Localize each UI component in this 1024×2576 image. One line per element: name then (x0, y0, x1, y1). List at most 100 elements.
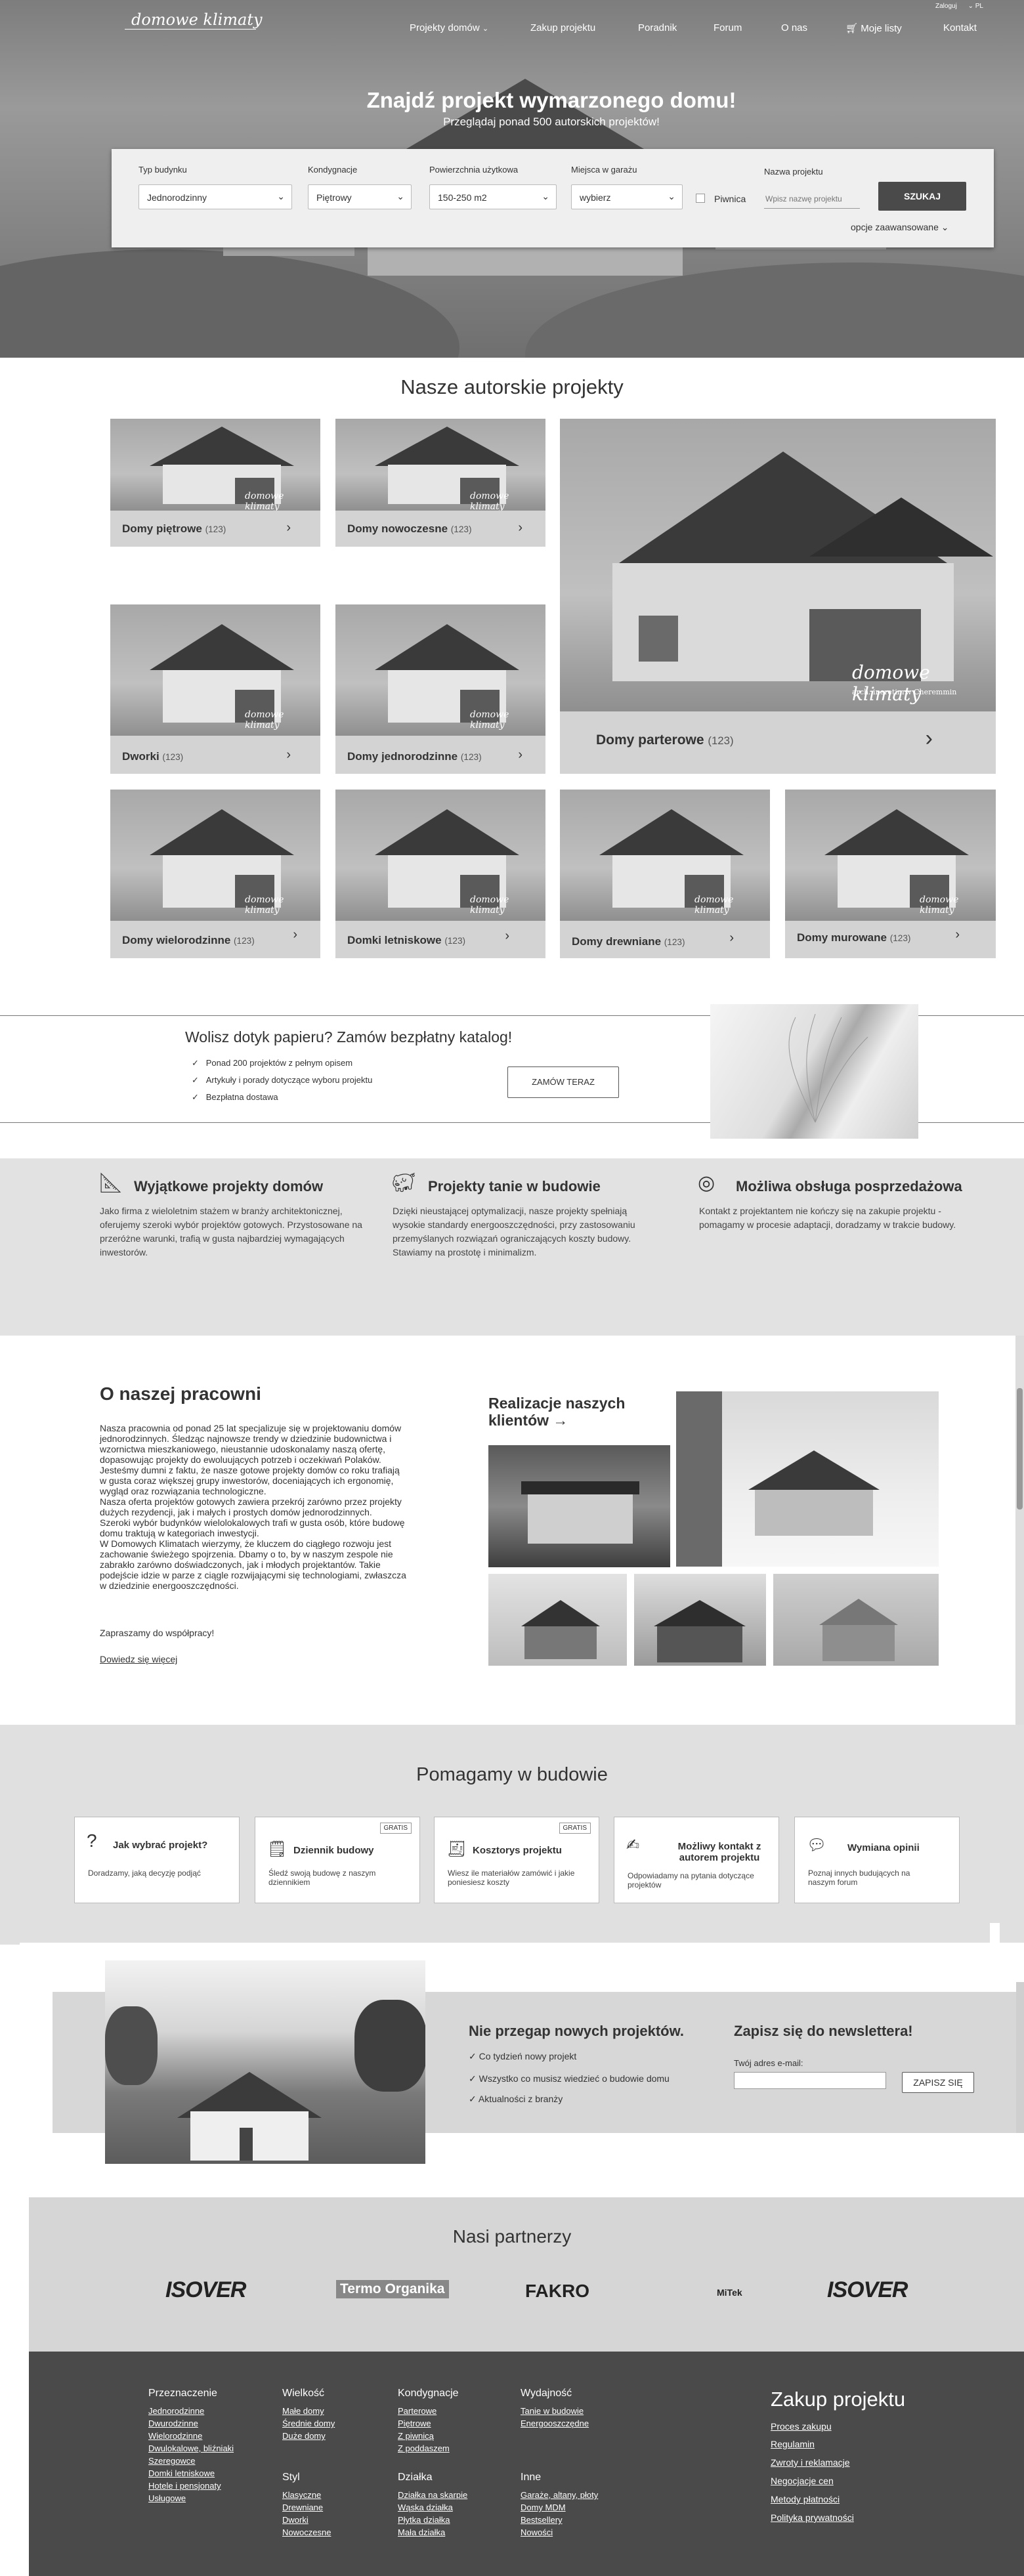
footer-purchase-link[interactable]: Metody płatności (771, 2494, 840, 2504)
footer-link[interactable]: Dwulokalowe, bliźniaki (148, 2443, 234, 2453)
footer-link[interactable]: Małe domy (282, 2406, 324, 2416)
footer-purchase-link[interactable]: Zwroty i reklamacje (771, 2457, 850, 2468)
footer-link[interactable]: Działka na skarpie (398, 2490, 467, 2500)
partner-logo-mitek[interactable]: MiTek (717, 2287, 742, 2298)
footer-link[interactable]: Hotele i pensjonaty (148, 2481, 221, 2491)
email-input[interactable] (734, 2072, 886, 2089)
basement-checkbox[interactable] (696, 194, 705, 203)
footer-link[interactable]: Jednorodzinne (148, 2406, 204, 2416)
footer-link[interactable]: Nowości (521, 2527, 553, 2537)
footer-link[interactable]: Płytka działka (398, 2515, 450, 2525)
footer-link[interactable]: Szeregowce (148, 2456, 196, 2466)
realization-photo-4[interactable] (634, 1574, 766, 1666)
watermark: domowe klimaty (470, 895, 509, 916)
help-card-choose[interactable]: ? Jak wybrać projekt? Doradzamy, jaką de… (74, 1817, 240, 1903)
footer-link[interactable]: Dwurodzinne (148, 2418, 198, 2428)
login-link[interactable]: Zaloguj (935, 3, 957, 10)
footer-link[interactable]: Parterowe (398, 2406, 437, 2416)
category-tile-storey[interactable]: domowe klimaty Domy piętrowe (123) › (110, 419, 320, 547)
footer-link[interactable]: Klasyczne (282, 2490, 321, 2500)
garage-select[interactable]: wybierz ⌄ (571, 184, 683, 209)
subscribe-button[interactable]: ZAPISZ SIĘ (902, 2072, 974, 2093)
card-title: Jak wybrać projekt? (113, 1840, 208, 1851)
help-card-contact[interactable]: ✍︎ Możliwy kontakt z autorem projektu Od… (614, 1817, 779, 1903)
footer-purchase-link[interactable]: Proces zakupu (771, 2421, 832, 2432)
partner-logo-fakro[interactable]: FAKRO (525, 2281, 589, 2302)
partners-section (29, 2197, 1024, 2352)
area-label: Powierzchnia użytkowa (429, 165, 519, 175)
tile-label-text: Domy drewniane (572, 935, 662, 948)
help-card-diary[interactable]: GRATIS 🗒︎ Dziennik budowy Śledź swoją bu… (255, 1817, 420, 1903)
scrollbar-track-2[interactable] (1016, 1982, 1024, 2133)
catalog-book-image (710, 1004, 918, 1139)
realization-photo-2[interactable] (676, 1391, 939, 1567)
card-desc: Wiesz ile materiałów zamówić i jakie pon… (448, 1869, 575, 1887)
order-catalog-button[interactable]: ZAMÓW TERAZ (507, 1066, 619, 1098)
realizations-link[interactable]: Realizacje naszych klientów → (488, 1395, 639, 1429)
footer-purchase-link[interactable]: Negocjacje cen (771, 2476, 834, 2486)
footer-link[interactable]: Mała działka (398, 2527, 445, 2537)
footer-link[interactable]: Domy MDM (521, 2502, 566, 2512)
footer-link[interactable]: Bestsellery (521, 2515, 563, 2525)
project-name-input[interactable] (764, 189, 860, 209)
nav-guide[interactable]: Poradnik (638, 22, 677, 33)
area-select[interactable]: 150-250 m2 ⌄ (429, 184, 557, 209)
site-logo[interactable]: domowe klimaty (131, 11, 263, 29)
newsletter-item-text: Aktualności z branży (478, 2094, 563, 2104)
advanced-options-toggle[interactable]: opcje zaawansowane ⌄ (851, 222, 949, 233)
footer-link[interactable]: Nowoczesne (282, 2527, 331, 2537)
nav-my-lists[interactable]: 🛒︎ Moje listy (845, 22, 902, 34)
footer-link[interactable]: Duże domy (282, 2431, 326, 2441)
category-tile-single-storey[interactable]: domowe klimaty arch. ineretinrw Cheremmi… (560, 419, 996, 774)
search-button[interactable]: SZUKAJ (878, 182, 966, 211)
category-tile-manor[interactable]: domowe klimaty Dworki (123) › (110, 604, 320, 774)
footer-link[interactable]: Dworki (282, 2515, 309, 2525)
tile-label-text: Domy nowoczesne (347, 522, 448, 535)
footer-link[interactable]: Usługowe (148, 2493, 186, 2503)
scrollbar-thumb[interactable] (1017, 1388, 1023, 1510)
category-tile-single-family[interactable]: domowe klimaty Domy jednorodzinne (123) … (335, 604, 545, 774)
footer-link[interactable]: Tanie w budowie (521, 2406, 584, 2416)
about-title: O naszej pracowni (100, 1383, 261, 1404)
partner-logo-isover[interactable]: ISOVER (165, 2277, 246, 2303)
footer-link[interactable]: Z poddaszem (398, 2443, 450, 2453)
category-tile-multi-family[interactable]: domowe klimaty Domy wielorodzinne (123) … (110, 790, 320, 958)
nav-purchase[interactable]: Zakup projektu (530, 22, 595, 33)
about-line: w gusta coraz większej grupy inwestorów,… (100, 1475, 394, 1486)
category-tile-summer[interactable]: domowe klimaty Domki letniskowe (123) › (335, 790, 545, 958)
footer-purchase-link[interactable]: Polityka prywatności (771, 2512, 854, 2523)
footer-link[interactable]: Z piwnicą (398, 2431, 434, 2441)
category-tile-wooden[interactable]: domowe klimaty Domy drewniane (123) › (560, 790, 770, 958)
footer-link[interactable]: Domki letniskowe (148, 2468, 215, 2478)
language-switch[interactable]: ⌄ PL (968, 3, 983, 10)
realization-photo-1[interactable] (488, 1445, 670, 1567)
help-title: Pomagamy w budowie (416, 1764, 608, 1785)
feature-title: Możliwa obsługa posprzedażowa (736, 1178, 962, 1194)
realization-photo-5[interactable] (773, 1574, 939, 1666)
help-card-estimate[interactable]: GRATIS 🧾︎ Kosztorys projektu Wiesz ile m… (434, 1817, 599, 1903)
footer-link[interactable]: Piętrowe (398, 2418, 431, 2428)
about-more-link[interactable]: Dowiedz się więcej (100, 1654, 177, 1664)
partner-logo-termo-organika[interactable]: Termo Organika (336, 2280, 449, 2298)
partner-logo-isover-2[interactable]: ISOVER (827, 2277, 908, 2303)
floors-select[interactable]: Piętrowy ⌄ (308, 184, 412, 209)
tile-count: (123) (450, 524, 472, 534)
realization-photo-3[interactable] (488, 1574, 627, 1666)
building-type-select[interactable]: Jednorodzinny ⌄ (139, 184, 292, 209)
footer-link[interactable]: Wielorodzinne (148, 2431, 202, 2441)
category-tile-modern[interactable]: domowe klimaty Domy nowoczesne (123) › (335, 419, 545, 547)
language-label: PL (975, 3, 983, 10)
footer-link[interactable]: Średnie domy (282, 2418, 335, 2428)
footer-link[interactable]: Energooszczędne (521, 2418, 589, 2428)
nav-contact[interactable]: Kontakt (943, 22, 977, 33)
check-icon: ✓ (192, 1058, 199, 1068)
nav-forum[interactable]: Forum (714, 22, 742, 33)
footer-link[interactable]: Wąska działka (398, 2502, 453, 2512)
footer-link[interactable]: Garaże, altany, płoty (521, 2490, 598, 2500)
nav-projects[interactable]: Projekty domów ⌄ (410, 22, 488, 33)
footer-purchase-link[interactable]: Regulamin (771, 2439, 815, 2449)
nav-about[interactable]: O nas (781, 22, 807, 33)
category-tile-masonry[interactable]: domowe klimaty Domy murowane (123) › (785, 790, 996, 958)
help-card-opinions[interactable]: 💬︎ Wymiana opinii Poznaj innych budujący… (794, 1817, 960, 1903)
footer-link[interactable]: Drewniane (282, 2502, 323, 2512)
